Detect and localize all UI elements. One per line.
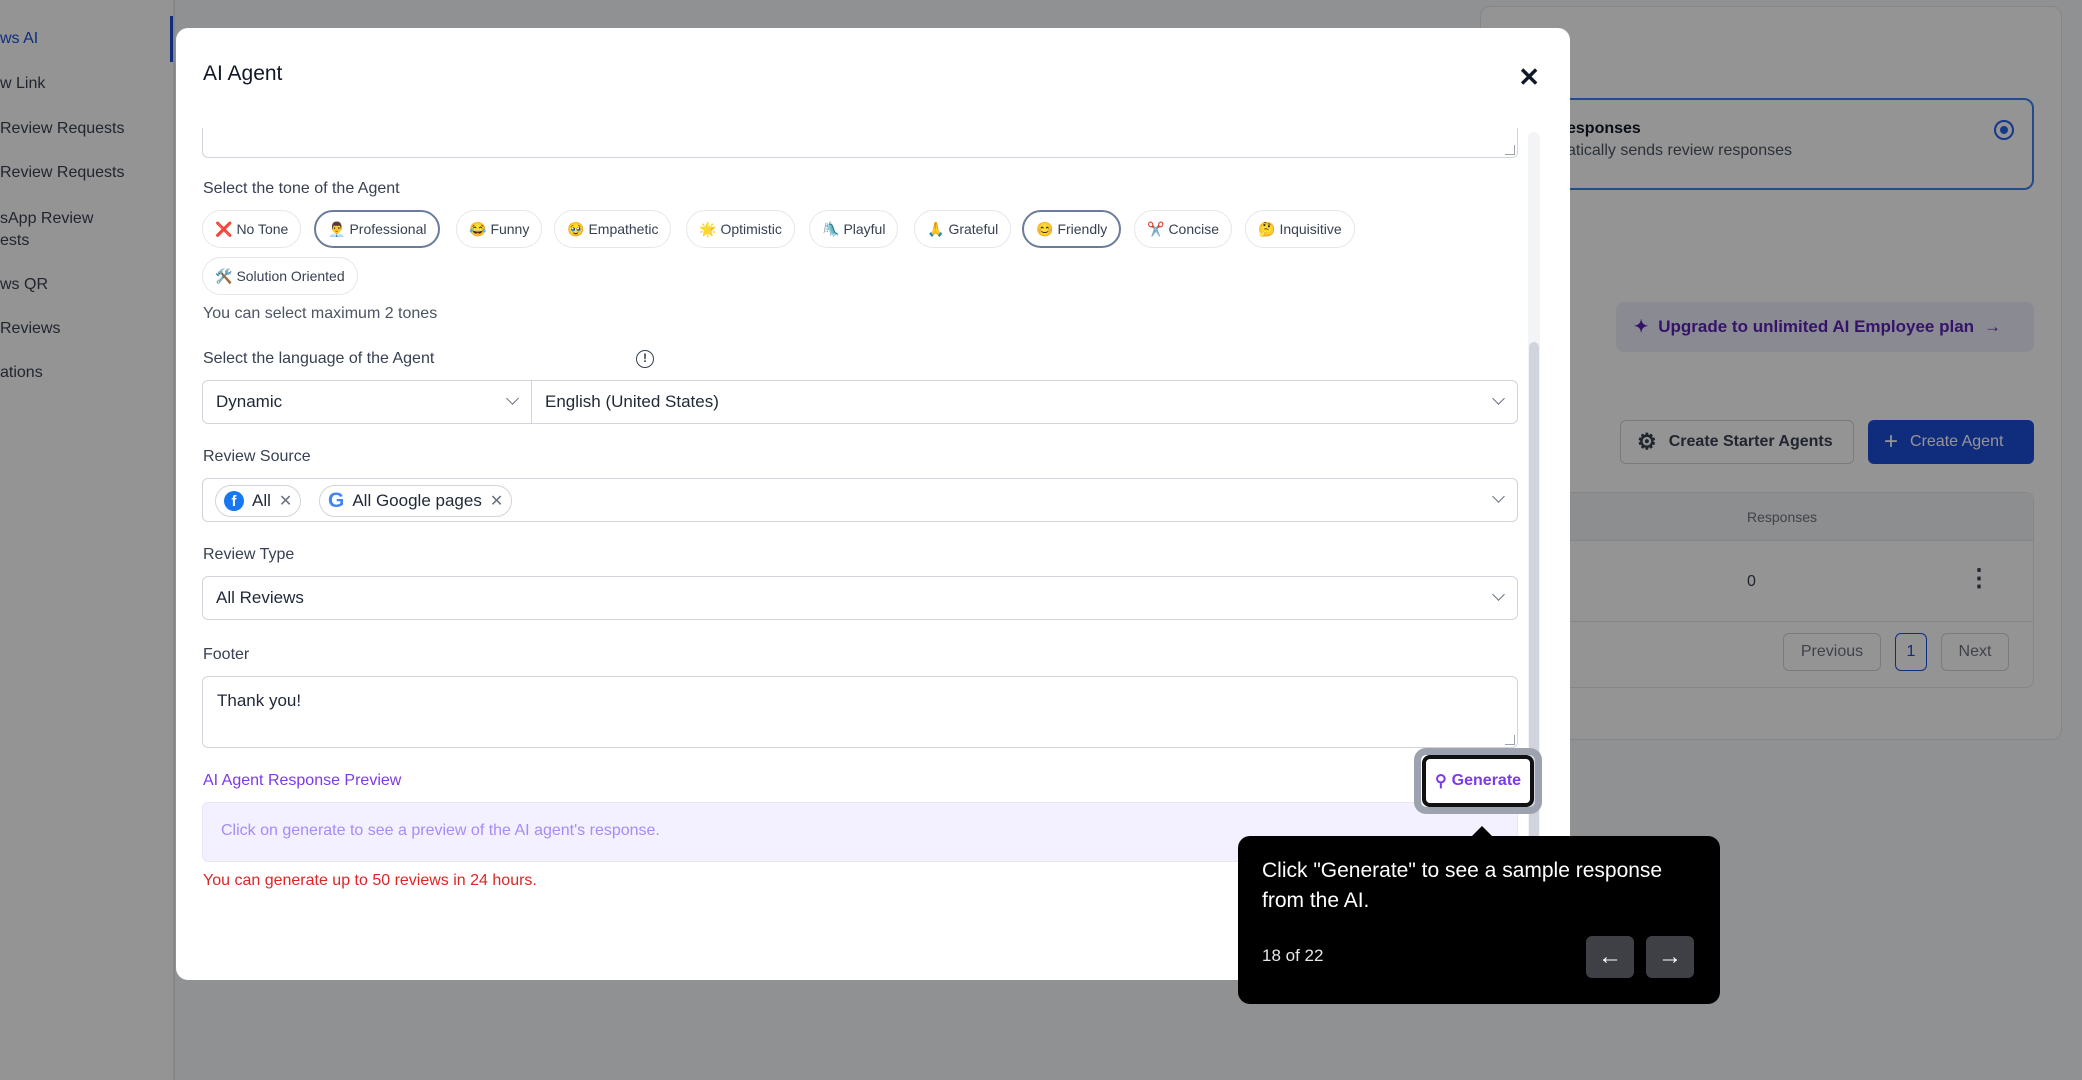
tour-next-button[interactable]: → bbox=[1646, 936, 1694, 978]
tone-chip-friendly[interactable]: 😊 Friendly bbox=[1022, 210, 1122, 248]
tone-chip-label: Concise bbox=[1168, 221, 1220, 237]
tone-chip-label: Optimistic bbox=[720, 221, 782, 237]
tone-chip-label: Professional bbox=[349, 221, 427, 237]
tone-chip-label: Grateful bbox=[948, 221, 999, 237]
slide-icon: 🛝 bbox=[822, 220, 840, 237]
footer-textarea[interactable]: Thank you! bbox=[202, 676, 1518, 748]
tour-popover: Click "Generate" to see a sample respons… bbox=[1238, 826, 1720, 1004]
scissors-icon: ✂️ bbox=[1147, 220, 1165, 237]
resize-handle-icon[interactable] bbox=[1505, 145, 1515, 155]
close-icon[interactable]: ✕ bbox=[1518, 64, 1540, 90]
tone-chip-label: Solution Oriented bbox=[236, 268, 345, 284]
tour-popover-arrow bbox=[1472, 826, 1492, 836]
tone-chip-concise[interactable]: ✂️ Concise bbox=[1134, 210, 1233, 248]
source-tag-google: G All Google pages ✕ bbox=[319, 485, 513, 517]
tone-chip-label: No Tone bbox=[236, 221, 289, 237]
tone-chip-professional[interactable]: 👨‍💼 Professional bbox=[314, 210, 441, 248]
source-tag-label: All bbox=[252, 491, 271, 510]
tone-chip-label: Friendly bbox=[1057, 221, 1108, 237]
source-tag-facebook: f All ✕ bbox=[215, 485, 302, 517]
review-type-select[interactable]: All Reviews bbox=[202, 576, 1518, 620]
footer-value: Thank you! bbox=[217, 691, 302, 710]
tone-chip-grateful[interactable]: 🙏 Grateful bbox=[914, 210, 1012, 248]
tone-chip-label: Inquisitive bbox=[1279, 221, 1342, 237]
chevron-down-icon bbox=[1492, 588, 1505, 601]
review-type-label: Review Type bbox=[203, 546, 295, 563]
source-tag-label: All Google pages bbox=[352, 491, 482, 510]
arrow-right-icon: → bbox=[1658, 943, 1682, 970]
tone-chip-label: Playful bbox=[843, 221, 886, 237]
tone-label: Select the tone of the Agent bbox=[203, 180, 400, 197]
tone-chip-empathetic[interactable]: 🥹 Empathetic bbox=[554, 210, 672, 248]
empathetic-icon: 🥹 bbox=[567, 220, 585, 237]
tone-chip-funny[interactable]: 😂 Funny bbox=[456, 210, 543, 248]
remove-tag-icon[interactable]: ✕ bbox=[279, 491, 292, 511]
praying-hands-icon: 🙏 bbox=[927, 220, 945, 237]
tour-prev-button[interactable]: ← bbox=[1586, 936, 1634, 978]
thinking-icon: 🤔 bbox=[1258, 220, 1276, 237]
review-source-select[interactable]: f All ✕ G All Google pages ✕ bbox=[202, 478, 1518, 522]
tone-chip-playful[interactable]: 🛝 Playful bbox=[809, 210, 899, 248]
footer-label: Footer bbox=[203, 646, 250, 663]
description-textarea[interactable] bbox=[202, 128, 1518, 158]
tone-chip-no-tone[interactable]: ❌ No Tone bbox=[202, 210, 302, 248]
google-icon: G bbox=[328, 489, 345, 512]
language-mode-select[interactable]: Dynamic bbox=[202, 380, 532, 424]
tone-hint: You can select maximum 2 tones bbox=[203, 305, 438, 322]
tone-chip-optimistic[interactable]: 🌟 Optimistic bbox=[686, 210, 795, 248]
arrow-left-icon: ← bbox=[1598, 943, 1622, 970]
language-select[interactable]: English (United States) bbox=[531, 380, 1518, 424]
tour-message: Click "Generate" to see a sample respons… bbox=[1262, 859, 1663, 912]
smiley-icon: 😊 bbox=[1036, 220, 1054, 237]
info-icon[interactable]: ! bbox=[636, 350, 654, 368]
chevron-down-icon bbox=[1492, 490, 1505, 503]
star-icon: 🌟 bbox=[699, 220, 717, 237]
cross-icon: ❌ bbox=[215, 220, 233, 237]
tone-chip-solution-oriented[interactable]: 🛠️ Solution Oriented bbox=[202, 257, 358, 295]
language-label: Select the language of the Agent bbox=[203, 350, 435, 367]
tools-icon: 🛠️ bbox=[215, 267, 233, 284]
preview-label: AI Agent Response Preview bbox=[203, 772, 402, 789]
remove-tag-icon[interactable]: ✕ bbox=[490, 491, 503, 511]
language-mode-value: Dynamic bbox=[216, 392, 283, 411]
laughing-icon: 😂 bbox=[469, 220, 487, 237]
professional-icon: 👨‍💼 bbox=[328, 220, 346, 237]
chevron-down-icon bbox=[1492, 392, 1505, 405]
resize-handle-icon[interactable] bbox=[1505, 735, 1515, 745]
review-type-value: All Reviews bbox=[216, 588, 304, 607]
tour-step-counter: 18 of 22 bbox=[1262, 946, 1324, 965]
tone-chip-inquisitive[interactable]: 🤔 Inquisitive bbox=[1245, 210, 1355, 248]
modal-title: AI Agent bbox=[203, 62, 283, 85]
tone-chip-label: Empathetic bbox=[588, 221, 659, 237]
tone-chip-label: Funny bbox=[490, 221, 530, 237]
tour-spotlight bbox=[1414, 748, 1542, 814]
review-source-label: Review Source bbox=[203, 448, 311, 465]
generation-limit-text: You can generate up to 50 reviews in 24 … bbox=[203, 872, 537, 889]
language-value: English (United States) bbox=[545, 392, 719, 411]
chevron-down-icon bbox=[506, 392, 519, 405]
facebook-icon: f bbox=[224, 491, 244, 511]
